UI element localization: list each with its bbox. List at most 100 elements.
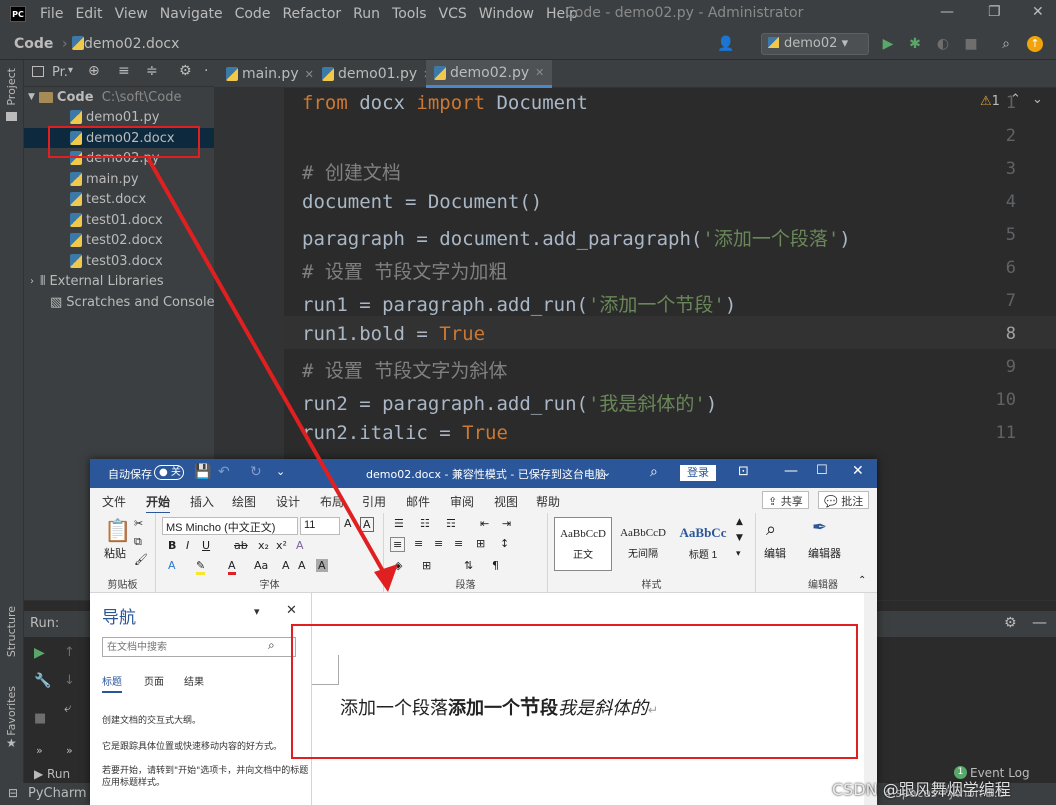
grow-font-icon[interactable]: A — [344, 517, 352, 530]
change-case-icon[interactable]: Aa — [254, 559, 268, 572]
nav-tab-results[interactable]: 结果 — [184, 673, 204, 688]
word-tab-references[interactable]: 引用 — [362, 493, 386, 510]
menu-file[interactable]: File — [34, 6, 69, 22]
paste-button[interactable]: 粘贴 — [104, 545, 126, 561]
undo-icon[interactable]: ↶ — [218, 464, 230, 480]
tree-file[interactable]: test02.docx — [70, 230, 163, 250]
favorites-tool-tab[interactable]: Favorites — [5, 686, 18, 736]
align-center-icon[interactable]: ≡ — [414, 537, 423, 550]
hide-panel-icon[interactable]: — — [1032, 613, 1047, 631]
italic-icon[interactable]: I — [186, 539, 189, 552]
breadcrumb-project[interactable]: Code — [14, 36, 53, 52]
show-marks-icon[interactable]: ¶ — [492, 559, 499, 572]
coverage-icon[interactable]: ◐ — [933, 34, 953, 54]
locate-icon[interactable]: ⊕ — [88, 63, 100, 79]
run-icon[interactable]: ▶ — [878, 34, 898, 54]
menu-view[interactable]: View — [109, 6, 154, 22]
search-icon[interactable]: ⌕ — [996, 34, 1016, 54]
redo-icon[interactable]: ↻ — [250, 464, 262, 480]
code-line[interactable]: run1.bold = True — [302, 323, 485, 345]
styles-scroll-down-icon[interactable]: ▼ — [736, 533, 743, 543]
soft-wrap-icon[interactable]: ⤶ — [64, 701, 71, 716]
more-icon[interactable]: » — [36, 744, 43, 757]
word-tab-home[interactable]: 开始 — [146, 493, 171, 514]
menu-refactor[interactable]: Refactor — [276, 6, 347, 22]
user-icon[interactable]: 👤 — [716, 34, 736, 54]
tree-file[interactable]: test01.docx — [70, 210, 163, 230]
tree-file[interactable]: demo01.py — [70, 107, 160, 127]
nav-tab-pages[interactable]: 页面 — [144, 673, 164, 688]
tree-root[interactable]: ▼ Code C:\soft\Code — [28, 87, 181, 107]
warning-indicator[interactable]: ⚠1 — [980, 94, 1000, 109]
search-icon[interactable]: ⌕ — [650, 464, 658, 480]
superscript-icon[interactable]: x² — [276, 539, 287, 552]
tree-file[interactable]: test03.docx — [70, 251, 163, 271]
shading-icon[interactable]: ◈ — [394, 559, 402, 572]
document-search-input[interactable] — [102, 637, 296, 657]
word-tab-insert[interactable]: 插入 — [190, 493, 214, 510]
down-icon[interactable]: ↓ — [64, 673, 75, 688]
code-line[interactable]: run2.italic = True — [302, 422, 508, 444]
borders-icon[interactable]: ⊞ — [422, 559, 431, 572]
text-effect-icon[interactable]: A — [168, 559, 176, 572]
word-tab-design[interactable]: 设计 — [276, 493, 300, 510]
line-spacing-icon[interactable]: ↕ — [500, 537, 509, 550]
run-configuration-select[interactable]: demo02 ▾ — [761, 33, 869, 55]
increase-indent-icon[interactable]: ⇥ — [502, 517, 511, 530]
menu-window[interactable]: Window — [473, 6, 540, 22]
title-chevron-icon[interactable]: ⌄ — [602, 466, 611, 479]
edit-button[interactable]: 编辑 — [764, 545, 786, 561]
chevron-down-icon[interactable]: ▾ — [68, 65, 73, 76]
word-tab-draw[interactable]: 绘图 — [232, 493, 256, 510]
autosave-toggle[interactable]: ● 关 — [154, 465, 184, 480]
distributed-icon[interactable]: ⊞ — [476, 537, 485, 550]
update-icon[interactable]: ↑ — [1025, 34, 1045, 54]
hide-icon[interactable]: · — [204, 63, 208, 79]
nav-close-icon[interactable]: ✕ — [286, 603, 297, 618]
font-name-select[interactable]: MS Mincho (中文正文) — [162, 517, 298, 535]
format-painter-icon[interactable]: 🖌 — [134, 553, 148, 566]
login-button[interactable]: 登录 — [680, 465, 716, 481]
bold-icon[interactable]: B — [168, 539, 176, 552]
word-tab-help[interactable]: 帮助 — [536, 493, 560, 510]
font-size-select[interactable]: 11 — [300, 517, 340, 535]
menu-code[interactable]: Code — [229, 6, 277, 22]
vertical-scrollbar[interactable] — [864, 593, 877, 805]
tree-file[interactable]: test.docx — [70, 189, 146, 209]
stop-icon[interactable]: ■ — [34, 711, 46, 726]
multilevel-list-icon[interactable]: ☶ — [446, 517, 456, 530]
font-color-icon[interactable]: A — [228, 559, 236, 575]
menu-navigate[interactable]: Navigate — [154, 6, 229, 22]
underline-icon[interactable]: U — [202, 539, 210, 552]
gear-icon[interactable]: ⚙ — [179, 63, 192, 79]
close-tab-icon[interactable]: ✕ — [535, 66, 544, 79]
share-button[interactable]: ⇪ 共享 — [762, 491, 809, 509]
ribbon-display-icon[interactable]: ⊡ — [738, 464, 749, 479]
collapse-ribbon-icon[interactable]: ⌃ — [858, 575, 866, 586]
comment-button[interactable]: 💬 批注 — [818, 491, 870, 509]
rerun-icon[interactable]: ▶ — [34, 645, 45, 661]
sort-icon[interactable]: ⇅ — [464, 559, 473, 572]
styles-scroll-up-icon[interactable]: ▲ — [736, 517, 743, 527]
align-left-icon[interactable]: ≡ — [390, 537, 406, 552]
enlarge-font-icon[interactable]: A — [282, 559, 290, 572]
style-heading-1[interactable]: AaBbCc 标题 1 — [674, 517, 732, 571]
breadcrumb-file[interactable]: demo02.docx — [84, 36, 179, 52]
tree-external-libraries[interactable]: › ⫴ External Libraries — [30, 271, 164, 291]
close-tab-icon[interactable]: ✕ — [305, 68, 314, 81]
word-tab-file[interactable]: 文件 — [102, 493, 126, 510]
word-tab-review[interactable]: 审阅 — [450, 493, 474, 510]
nav-tab-headings[interactable]: 标题 — [102, 673, 122, 693]
code-line[interactable]: run1 = paragraph.add_run('添加一个节段') — [302, 290, 736, 317]
highlight-icon[interactable]: ✎ — [196, 559, 206, 575]
save-icon[interactable]: 💾 — [194, 464, 211, 480]
word-close-icon[interactable]: ✕ — [852, 463, 864, 479]
clear-format-icon[interactable]: A — [360, 517, 374, 532]
copy-icon[interactable]: ⧉ — [134, 535, 142, 549]
tab-demo01-py[interactable]: demo01.py✕ — [314, 60, 440, 88]
structure-tool-tab[interactable]: Structure — [5, 606, 18, 657]
style-no-spacing[interactable]: AaBbCcD 无间隔 — [614, 517, 672, 571]
code-line[interactable]: from docx import Document — [302, 92, 588, 114]
editor-pen-icon[interactable]: ✒ — [812, 517, 827, 538]
paste-icon[interactable]: 📋 — [104, 519, 131, 544]
